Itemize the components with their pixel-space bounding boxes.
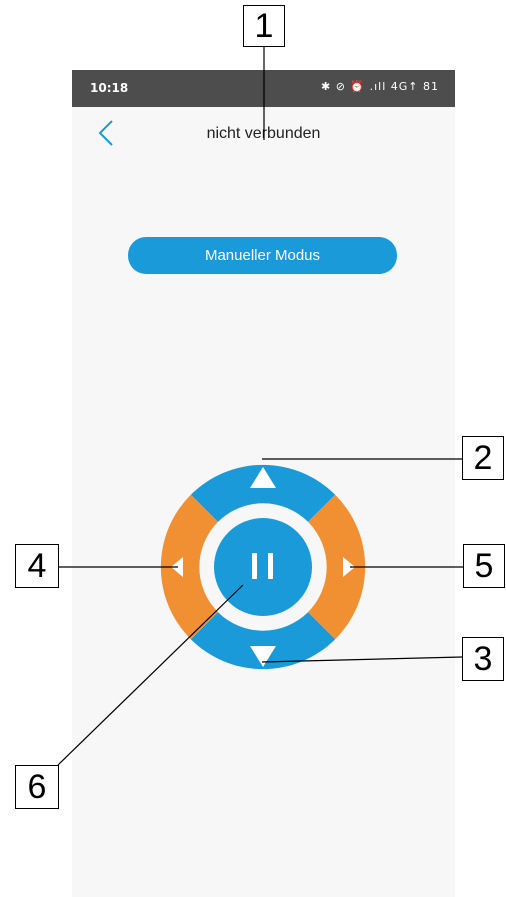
- callout-5: 5: [463, 544, 505, 588]
- callout-3: 3: [462, 637, 504, 681]
- callout-6: 6: [15, 765, 59, 809]
- annotation-lines: [57, 46, 463, 766]
- callout-1: 1: [243, 5, 285, 47]
- callout-4: 4: [15, 544, 59, 588]
- callout-2: 2: [462, 436, 504, 480]
